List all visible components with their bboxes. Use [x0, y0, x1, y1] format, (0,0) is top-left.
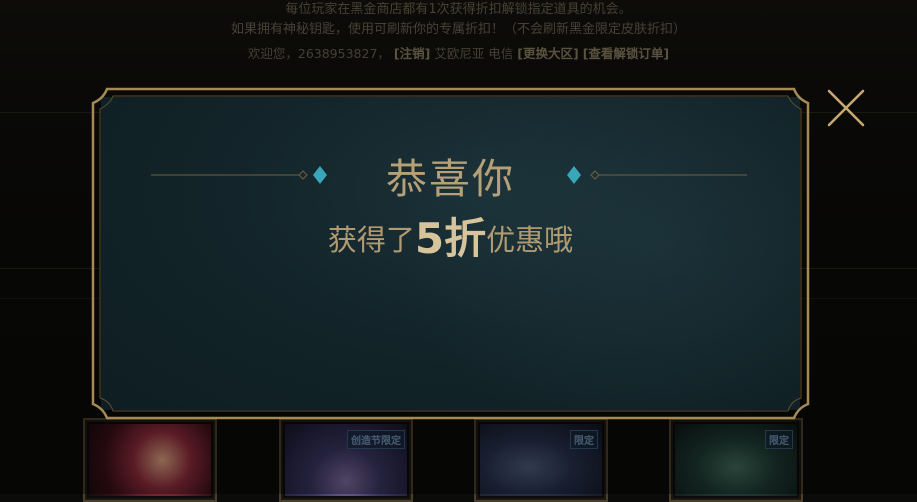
discount-value: 5折	[414, 214, 487, 263]
title-ornament-right	[567, 166, 747, 184]
modal-subtitle: 获得了5折优惠哦	[91, 211, 810, 268]
subtitle-suffix: 优惠哦	[486, 223, 574, 257]
congrats-modal: 恭喜你 获得了5折优惠哦	[91, 87, 810, 420]
diamond-icon	[313, 166, 327, 184]
diamond-icon	[567, 166, 581, 184]
title-ornament-left	[151, 166, 327, 184]
close-icon	[827, 89, 865, 127]
close-button[interactable]	[826, 88, 866, 128]
subtitle-prefix: 获得了	[327, 223, 415, 257]
